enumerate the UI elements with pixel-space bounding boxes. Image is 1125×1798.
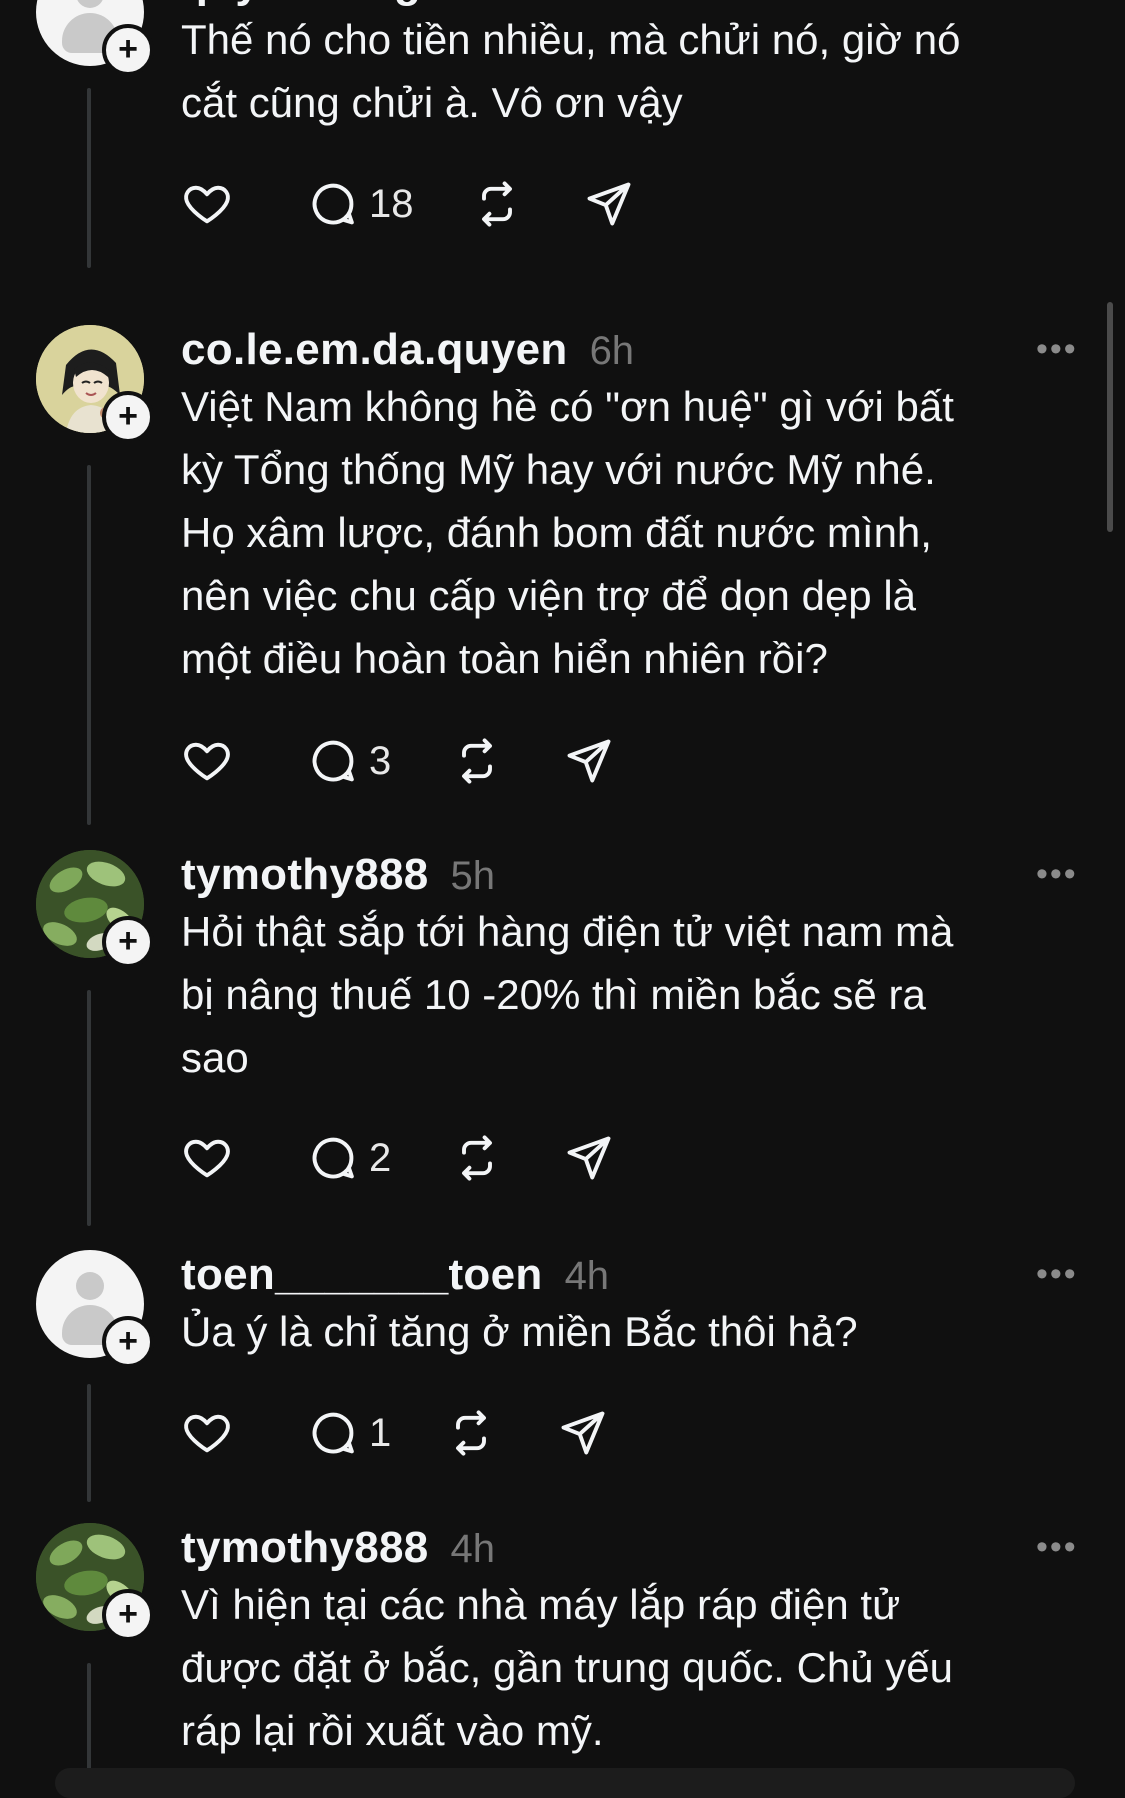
more-icon[interactable]: ••• — [1036, 1257, 1080, 1291]
scrollbar[interactable] — [1107, 302, 1113, 532]
send-icon — [567, 1136, 611, 1180]
heart-icon — [184, 742, 230, 781]
more-icon[interactable]: ••• — [1036, 1530, 1080, 1564]
repost-button[interactable] — [451, 733, 503, 789]
share-button[interactable] — [563, 733, 615, 789]
reply-button[interactable]: 18 — [307, 176, 414, 232]
avatar[interactable]: + — [36, 850, 154, 968]
send-icon — [561, 1411, 605, 1455]
follow-plus-icon[interactable]: + — [102, 24, 154, 76]
thread-line — [87, 990, 91, 1226]
repost-icon — [456, 1410, 486, 1456]
comment-icon — [312, 1137, 354, 1179]
reply-button[interactable]: 2 — [307, 1130, 391, 1186]
more-icon[interactable]: ••• — [1036, 857, 1080, 891]
share-button[interactable] — [563, 1130, 615, 1186]
repost-button[interactable] — [451, 1130, 503, 1186]
comment-icon — [312, 183, 354, 225]
avatar[interactable]: + — [36, 1250, 154, 1368]
repost-icon — [462, 1135, 492, 1181]
username[interactable]: tymothy888 — [181, 1523, 429, 1573]
comment-icon — [312, 1412, 354, 1454]
heart-icon — [184, 1139, 230, 1178]
post-text: Thế nó cho tiền nhiều, mà chửi nó, giờ n… — [181, 16, 961, 126]
repost-icon — [482, 181, 512, 227]
follow-plus-icon[interactable]: + — [102, 391, 154, 443]
follow-plus-icon[interactable]: + — [102, 916, 154, 968]
thread-line — [87, 1663, 91, 1783]
post-text: Hỏi thật sắp tới hàng điện tử việt nam m… — [181, 908, 954, 1081]
bottom-reply-bar[interactable] — [55, 1768, 1075, 1798]
post-text: Ủa ý là chỉ tăng ở miền Bắc thôi hả? — [181, 1308, 858, 1355]
thread-line — [87, 1384, 91, 1502]
timestamp: 4h — [564, 1254, 610, 1298]
share-button[interactable] — [583, 176, 635, 232]
timestamp: 6h — [589, 329, 635, 373]
timestamp: 4h — [450, 1527, 496, 1571]
heart-icon — [184, 1414, 230, 1453]
share-button[interactable] — [557, 1405, 609, 1461]
reply-count: 1 — [369, 1410, 392, 1455]
avatar[interactable]: + — [36, 0, 154, 76]
heart-icon — [184, 185, 230, 224]
like-button[interactable] — [181, 1130, 233, 1186]
reply-count: 3 — [369, 738, 392, 783]
comment-icon — [312, 740, 354, 782]
reply-count: 18 — [369, 181, 414, 226]
thread-line — [87, 88, 91, 268]
send-icon — [587, 182, 631, 226]
username[interactable]: co.le.em.da.quyen — [181, 325, 568, 375]
send-icon — [567, 739, 611, 783]
reply-count: 2 — [369, 1135, 392, 1180]
username[interactable]: toen_______toen — [181, 1250, 543, 1300]
more-icon[interactable]: ••• — [1036, 332, 1080, 366]
like-button[interactable] — [181, 733, 233, 789]
username[interactable]: quyetthang01 — [181, 0, 471, 8]
timestamp: 6h — [493, 0, 538, 7]
repost-button[interactable] — [445, 1405, 497, 1461]
reply-button[interactable]: 3 — [307, 733, 391, 789]
repost-button[interactable] — [471, 176, 523, 232]
post-text: Việt Nam không hề có "ơn huệ" gì với bất… — [181, 383, 954, 682]
thread-line — [87, 465, 91, 825]
avatar[interactable]: + — [36, 325, 154, 443]
timestamp: 5h — [450, 854, 496, 898]
post-text: Vì hiện tại các nhà máy lắp ráp điện tử … — [181, 1581, 953, 1754]
reply-button[interactable]: 1 — [307, 1405, 391, 1461]
like-button[interactable] — [181, 1405, 233, 1461]
username[interactable]: tymothy888 — [181, 850, 429, 900]
follow-plus-icon[interactable]: + — [102, 1589, 154, 1641]
repost-icon — [462, 738, 492, 784]
follow-plus-icon[interactable]: + — [102, 1316, 154, 1368]
like-button[interactable] — [181, 176, 233, 232]
avatar[interactable]: + — [36, 1523, 154, 1641]
